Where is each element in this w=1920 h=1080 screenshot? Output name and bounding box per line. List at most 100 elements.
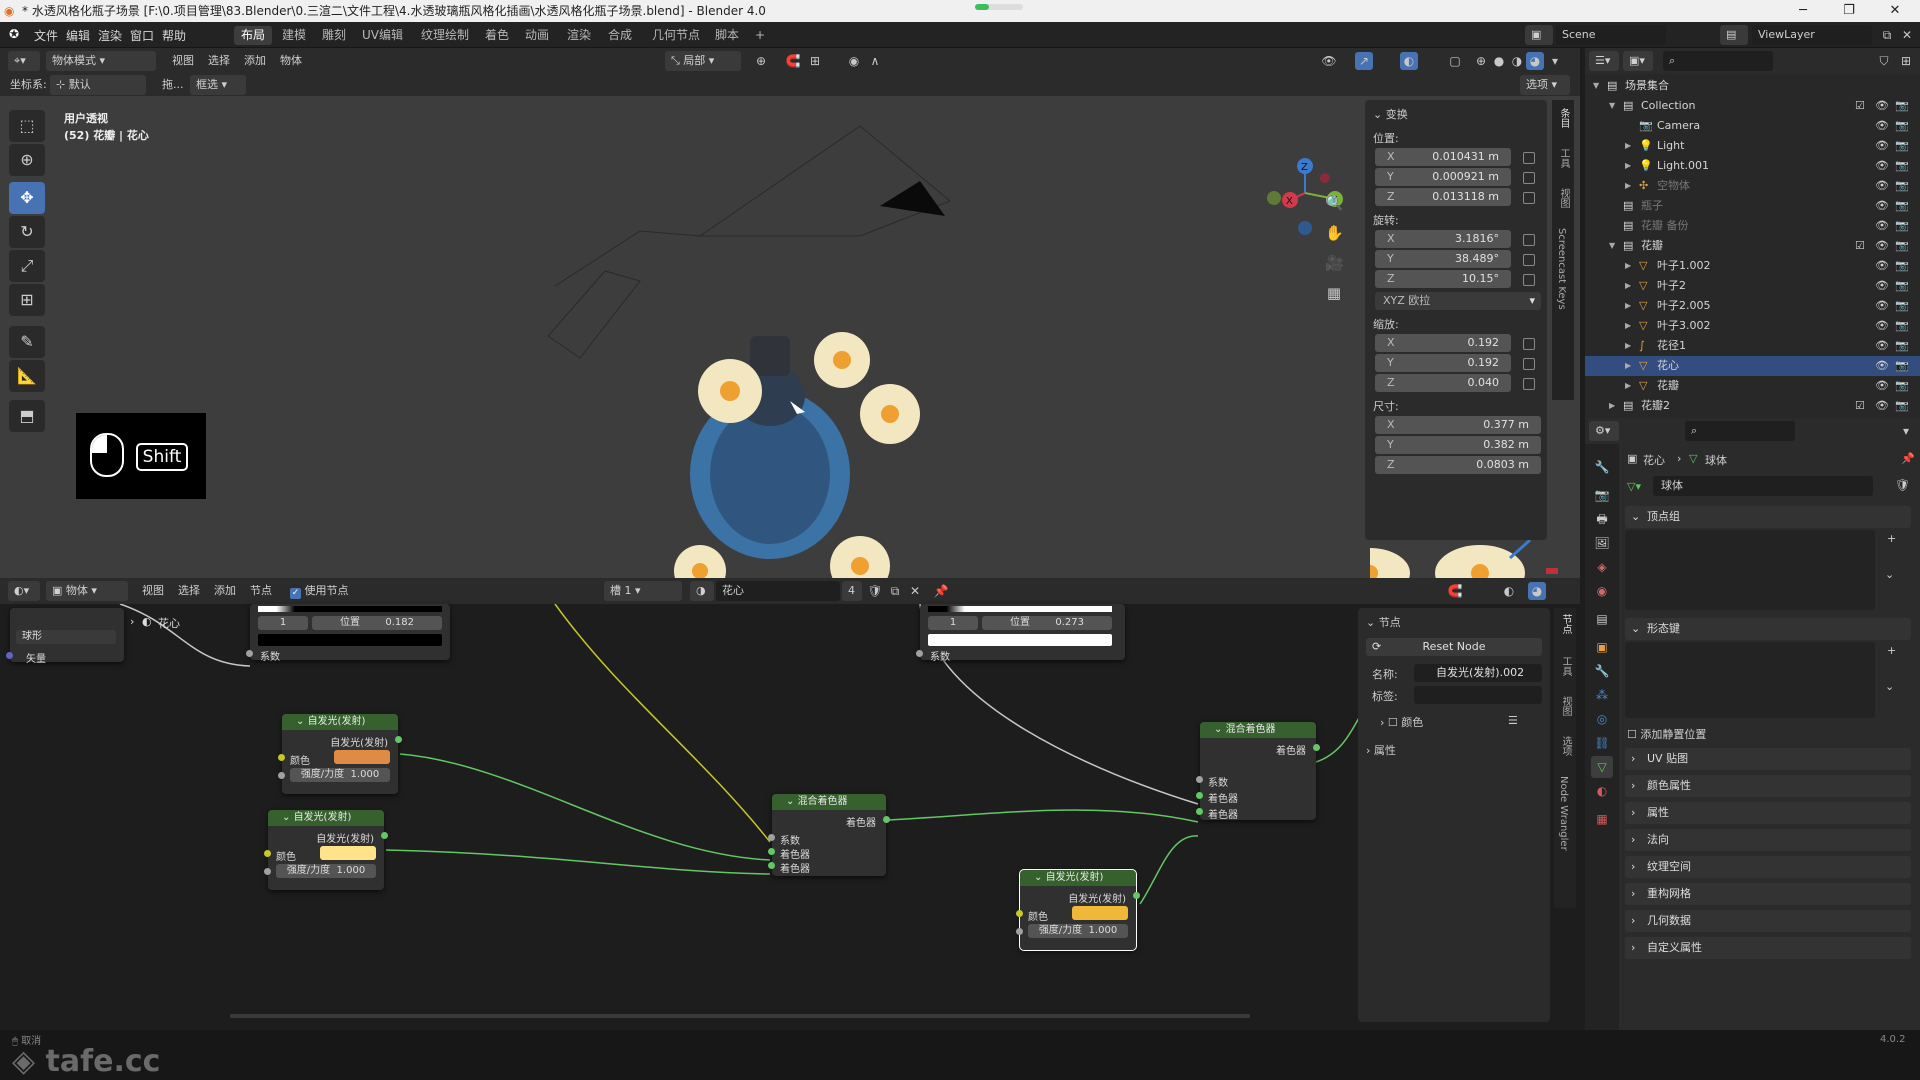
- ramp-color-swatch[interactable]: [928, 634, 1112, 646]
- render-tab-icon[interactable]: 📷: [1591, 484, 1613, 506]
- material-tab-icon[interactable]: ◐: [1591, 780, 1613, 802]
- options-dropdown[interactable]: 选项 ▾: [1520, 75, 1570, 95]
- fac-input-socket[interactable]: [916, 650, 923, 657]
- render-camera-icon[interactable]: 📷: [1895, 216, 1909, 236]
- visibility-eye-icon[interactable]: 👁: [1875, 96, 1889, 116]
- display-mode-icon[interactable]: ▣▾: [1623, 51, 1653, 71]
- visibility-eye-icon[interactable]: 👁: [1875, 176, 1889, 196]
- emission-color-swatch[interactable]: [334, 750, 390, 764]
- visibility-icon[interactable]: 👁: [1320, 52, 1338, 70]
- rendered-shading-icon[interactable]: ◕: [1526, 52, 1544, 70]
- strength-field[interactable]: 强度/力度 1.000: [290, 768, 390, 782]
- custom-properties-section[interactable]: › 自定义属性: [1625, 937, 1911, 959]
- emission-node-1[interactable]: ⌄ 自发光(发射) 自发光(发射) 颜色 强度/力度 1.000: [278, 714, 402, 794]
- emission-node-3-selected[interactable]: ⌄ 自发光(发射) 自发光(发射) 颜色 强度/力度 1.000: [1016, 869, 1140, 951]
- ortho-grid-icon[interactable]: ▦: [1325, 284, 1343, 302]
- outliner-row[interactable]: ▶ ∫ 花径1 👁 📷: [1585, 336, 1920, 356]
- list-icon[interactable]: ☰: [1508, 714, 1518, 727]
- world-tab-icon[interactable]: ◉: [1591, 580, 1613, 602]
- render-camera-icon[interactable]: 📷: [1895, 236, 1909, 256]
- vertex-group-menu-icon[interactable]: ⌄: [1885, 568, 1894, 581]
- rotate-tool[interactable]: ↻: [9, 216, 45, 248]
- shader-output-socket[interactable]: [883, 816, 890, 823]
- lock-icon[interactable]: [1523, 338, 1535, 350]
- visibility-eye-icon[interactable]: 👁: [1875, 116, 1889, 136]
- exclude-checkbox[interactable]: ☑: [1855, 236, 1865, 256]
- workspace-tab-shading[interactable]: 着色: [478, 26, 516, 45]
- render-camera-icon[interactable]: 📷: [1895, 396, 1909, 416]
- restore-button[interactable]: ❐: [1826, 0, 1872, 22]
- ramp-index-field[interactable]: 1: [258, 616, 308, 630]
- add-shape-key-icon[interactable]: +: [1887, 644, 1896, 657]
- 3d-viewport[interactable]: ⌖▾ 物体模式 ▾ 视图 选择 添加 物体 ⤡ 局部 ▾ ⊕ 🧲 ⊞ ◉ ∧ 👁…: [0, 48, 1580, 578]
- vertex-groups-section[interactable]: ⌄ 顶点组: [1625, 506, 1911, 528]
- expand-toggle-icon[interactable]: ▶: [1625, 176, 1631, 196]
- proportional-edit-icon[interactable]: ◉: [845, 52, 863, 70]
- node-select-menu[interactable]: 选择: [172, 581, 206, 601]
- tab-node[interactable]: 节点: [1558, 614, 1573, 634]
- expand-toggle-icon[interactable]: ▶: [1625, 136, 1631, 156]
- tab-node-tool[interactable]: 工具: [1558, 656, 1573, 676]
- vertex-group-list[interactable]: [1625, 530, 1875, 610]
- material-browse-icon[interactable]: ◑: [690, 581, 714, 601]
- scale-z-field[interactable]: Z 0.040: [1375, 374, 1511, 392]
- node-snap-icon[interactable]: 🧲: [1446, 582, 1464, 600]
- blender-menu-icon[interactable]: ✪: [9, 27, 19, 41]
- fake-user-icon[interactable]: 🛡: [866, 582, 884, 600]
- node-editor-type-icon[interactable]: ◐▾: [8, 581, 40, 601]
- mix-shader-node-2[interactable]: ⌄ 混合着色器 着色器 系数 着色器 着色器: [1196, 722, 1320, 821]
- camera-view-icon[interactable]: 🎥: [1325, 254, 1344, 272]
- scale-tool[interactable]: ⤢: [9, 250, 45, 282]
- ramp-color-swatch[interactable]: [258, 634, 442, 646]
- xray-icon[interactable]: ▢: [1446, 52, 1464, 70]
- menu-window[interactable]: 窗口: [130, 27, 154, 44]
- render-camera-icon[interactable]: 📷: [1895, 136, 1909, 156]
- outliner-row[interactable]: ▶ ▽ 花瓣 👁 📷: [1585, 376, 1920, 396]
- remove-view-layer-icon[interactable]: ✕: [1898, 26, 1916, 44]
- expand-toggle-icon[interactable]: ▶: [1625, 256, 1631, 276]
- tool-tab-icon[interactable]: 🔧: [1591, 456, 1613, 478]
- render-camera-icon[interactable]: 📷: [1895, 256, 1909, 276]
- fac-input-socket[interactable]: [1196, 776, 1203, 783]
- render-camera-icon[interactable]: 📷: [1895, 96, 1909, 116]
- node-label-field[interactable]: [1414, 686, 1542, 704]
- attributes-section[interactable]: › 属性: [1625, 802, 1911, 824]
- expand-toggle-icon[interactable]: ▶: [1625, 276, 1631, 296]
- strength-input-socket[interactable]: [278, 772, 285, 779]
- tab-screencast-keys[interactable]: Screencast Keys: [1556, 228, 1567, 310]
- location-x-field[interactable]: X 0.010431 m: [1375, 148, 1511, 166]
- texture-coordinate-node[interactable]: 球形 矢量: [6, 608, 124, 665]
- material-shading-icon[interactable]: ◑: [1508, 52, 1526, 70]
- emission-node-title[interactable]: ⌄ 自发光(发射): [1020, 870, 1136, 886]
- expand-toggle-icon[interactable]: ▶: [1625, 336, 1631, 356]
- rotation-z-field[interactable]: Z 10.15°: [1375, 270, 1511, 288]
- view-layer-field[interactable]: ViewLayer: [1752, 25, 1872, 45]
- transform-tool[interactable]: ⊞: [9, 284, 45, 316]
- new-view-layer-icon[interactable]: ⧉: [1878, 26, 1896, 44]
- gizmo-toggle-icon[interactable]: ↗: [1355, 52, 1373, 70]
- mix-shader-node-1[interactable]: ⌄ 混合着色器 着色器 系数 着色器 着色器: [768, 794, 890, 876]
- render-camera-icon[interactable]: 📷: [1895, 156, 1909, 176]
- render-camera-icon[interactable]: 📷: [1895, 316, 1909, 336]
- output-tab-icon[interactable]: 🖶: [1591, 508, 1613, 530]
- snap-target-icon[interactable]: ⊞: [806, 52, 824, 70]
- shape-key-menu-icon[interactable]: ⌄: [1885, 680, 1894, 693]
- outliner-row[interactable]: ▶ 💡 Light 👁 📷: [1585, 136, 1920, 156]
- uv-maps-section[interactable]: › UV 贴图: [1625, 748, 1911, 770]
- visibility-eye-icon[interactable]: 👁: [1875, 276, 1889, 296]
- rotation-y-field[interactable]: Y 38.489°: [1375, 250, 1511, 268]
- reset-node-button[interactable]: ⟳ Reset Node: [1366, 638, 1542, 656]
- color-input-socket[interactable]: [1016, 910, 1023, 917]
- shader-input-socket[interactable]: [1196, 808, 1203, 815]
- lock-icon[interactable]: [1523, 192, 1535, 204]
- workspace-tab-texture-paint[interactable]: 纹理绘制: [414, 26, 476, 45]
- constraints-tab-icon[interactable]: ⛓: [1591, 732, 1613, 754]
- strength-field[interactable]: 强度/力度 1.000: [276, 864, 376, 878]
- texture-tab-icon[interactable]: ▦: [1591, 808, 1613, 830]
- pin-icon[interactable]: 📌: [932, 582, 950, 600]
- lock-icon[interactable]: [1523, 378, 1535, 390]
- color-ramp-gradient[interactable]: [258, 606, 442, 612]
- select-box-tool[interactable]: ⬚: [9, 110, 45, 142]
- object-tab-icon[interactable]: ▣: [1591, 636, 1613, 658]
- view-layer-icon[interactable]: ▤: [1720, 25, 1748, 45]
